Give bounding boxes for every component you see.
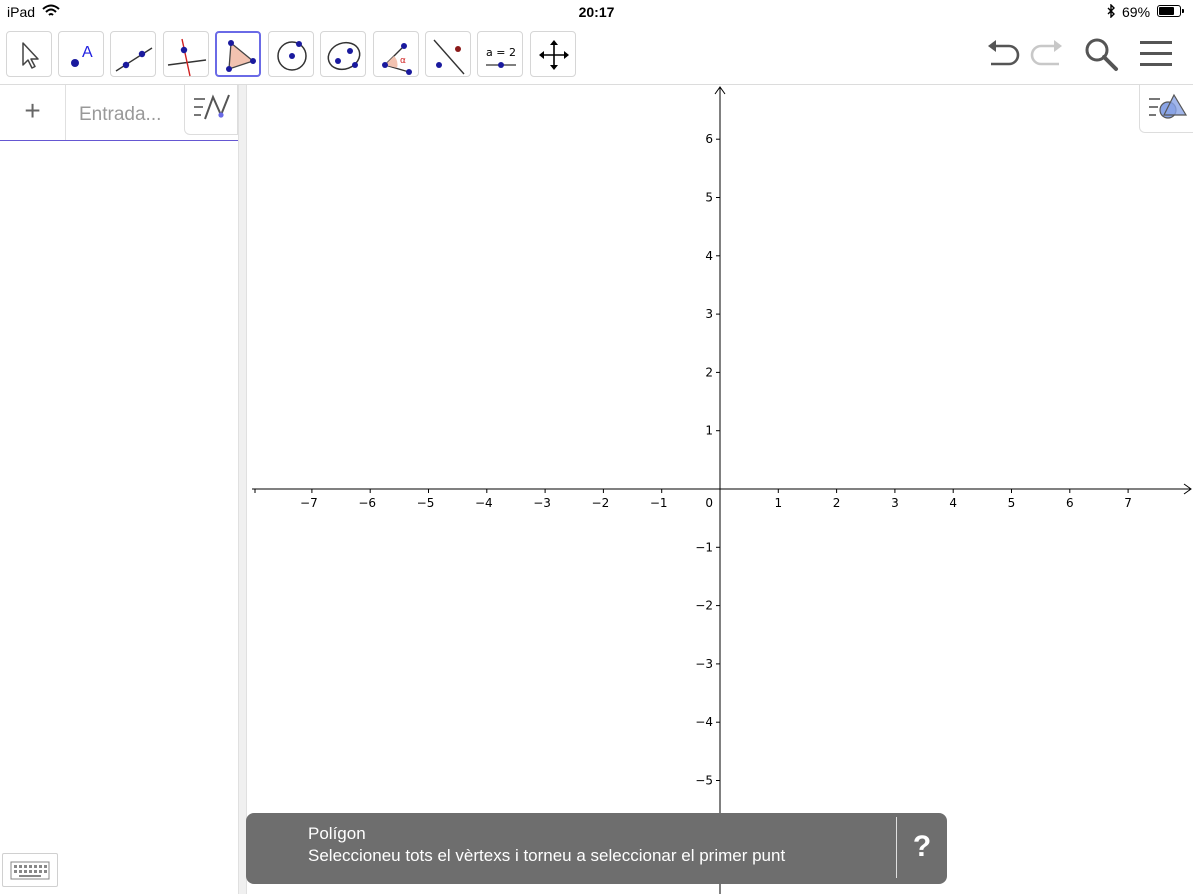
keyboard-icon <box>10 861 50 880</box>
algebra-input[interactable] <box>79 103 184 127</box>
graphics-view[interactable]: −7−6−5−4−3−2−11234567654321−1−2−3−4−5−6 … <box>247 85 1193 894</box>
search-icon[interactable] <box>1081 34 1121 74</box>
circle-tool-button[interactable] <box>268 31 314 77</box>
y-tick-label: 3 <box>705 307 713 321</box>
ellipse-tool-button[interactable] <box>320 31 366 77</box>
polygon-tool-button[interactable] <box>215 31 261 77</box>
x-tick-label: −7 <box>300 496 318 510</box>
battery-fill <box>1159 7 1175 15</box>
reflect-about-line-icon <box>433 39 465 75</box>
tooltip-title: Polígon <box>308 824 366 843</box>
tool-tooltip: Polígon Seleccioneu tots el vèrtexs i to… <box>246 813 947 884</box>
line-through-points-icon <box>115 47 153 72</box>
angle-tool-button[interactable]: α <box>373 31 419 77</box>
graphics-style-icon <box>1149 93 1188 119</box>
algebra-style-icon <box>194 94 230 120</box>
x-tick-label: −2 <box>592 496 610 510</box>
graphics-style-bar-button[interactable] <box>1139 85 1193 133</box>
y-tick-label: −4 <box>695 715 713 729</box>
x-tick-label: 4 <box>949 496 957 510</box>
add-input-button[interactable]: + <box>0 85 66 140</box>
perpendicular-tool-button[interactable] <box>163 31 209 77</box>
slider-label: a = 2 <box>486 46 516 59</box>
view-divider[interactable] <box>238 85 247 894</box>
slider-icon: a = 2 <box>486 46 516 68</box>
polygon-icon <box>226 40 256 72</box>
y-tick-label: −1 <box>695 540 713 554</box>
x-tick-label: −5 <box>417 496 435 510</box>
perpendicular-line-icon <box>167 38 207 77</box>
redo-icon[interactable] <box>1027 34 1067 74</box>
x-tick-label: −4 <box>475 496 493 510</box>
point-label: A <box>82 44 93 61</box>
slider-tool-button[interactable]: a = 2 <box>477 31 523 77</box>
reflect-tool-button[interactable] <box>425 31 471 77</box>
y-tick-label: −5 <box>695 774 713 788</box>
keyboard-button[interactable] <box>2 853 58 887</box>
menu-icon[interactable] <box>1136 34 1176 74</box>
x-tick-label: 7 <box>1124 496 1132 510</box>
toolbar: A α a = 2 <box>0 24 1193 85</box>
status-bar: iPad 20:17 69% <box>0 0 1193 24</box>
status-time: 20:17 <box>578 4 615 20</box>
x-tick-label: 3 <box>891 496 899 510</box>
algebra-style-bar-button[interactable] <box>184 85 238 135</box>
move-graphics-tool-button[interactable] <box>530 31 576 77</box>
angle-label: α <box>400 56 406 66</box>
x-tick-label: −1 <box>650 496 668 510</box>
battery-percent: 69% <box>1122 4 1151 20</box>
origin-label: 0 <box>705 496 713 510</box>
y-tick-label: −2 <box>695 599 713 613</box>
arrow-cursor-icon <box>22 42 39 69</box>
x-tick-label: 1 <box>774 496 782 510</box>
battery-icon <box>1157 5 1184 17</box>
y-tick-label: 2 <box>705 365 713 379</box>
x-tick-label: −3 <box>533 496 551 510</box>
y-tick-label: 6 <box>705 132 713 146</box>
point-tool-button[interactable]: A <box>58 31 104 77</box>
x-tick-label: −6 <box>358 496 376 510</box>
y-tick-label: 5 <box>705 191 713 205</box>
move-tool-button[interactable] <box>6 31 52 77</box>
angle-icon: α <box>382 43 412 75</box>
algebra-view: + <box>0 85 238 894</box>
move-arrows-icon <box>539 40 569 70</box>
line-tool-button[interactable] <box>110 31 156 77</box>
y-tick-label: 1 <box>705 424 713 438</box>
ellipse-icon <box>327 41 361 71</box>
bluetooth-icon <box>1107 4 1115 18</box>
input-underline <box>0 140 238 141</box>
y-tick-label: 4 <box>705 249 713 263</box>
x-tick-label: 5 <box>1008 496 1016 510</box>
point-a-icon: A <box>71 44 93 67</box>
undo-icon[interactable] <box>983 34 1023 74</box>
circle-center-point-icon <box>277 41 307 71</box>
x-tick-label: 2 <box>833 496 841 510</box>
y-tick-label: −3 <box>695 657 713 671</box>
help-button[interactable]: ? <box>897 813 947 884</box>
tooltip-text: Seleccioneu tots el vèrtexs i torneu a s… <box>308 846 786 865</box>
x-tick-label: 6 <box>1066 496 1074 510</box>
